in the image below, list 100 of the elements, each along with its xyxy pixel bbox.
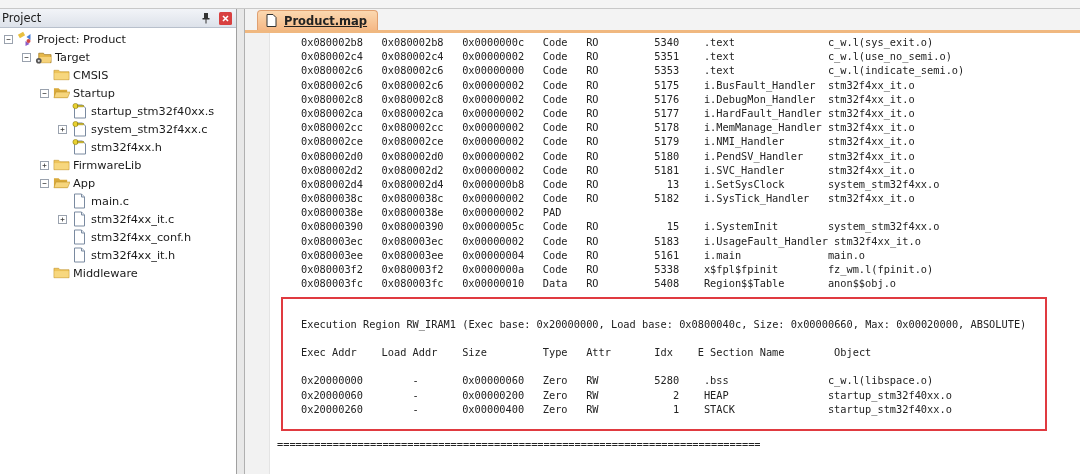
table-cell-text: 0x080003fc (301, 276, 364, 291)
tree-item[interactable]: system_stm32f4xx.c (91, 122, 208, 136)
table-cell: 5408 (654, 276, 680, 291)
table-cell-text: RO (586, 35, 600, 50)
table-cell-text: 0x080003f2 (381, 262, 445, 277)
folder-icon (53, 157, 70, 173)
table-cell-text: i.SystemInit (703, 219, 780, 234)
tree-item[interactable]: Startup (73, 86, 115, 100)
table-cell-text: 0x00000002 (462, 49, 526, 64)
table-cell: c_w.l(indicate_semi.o) (827, 63, 965, 78)
tree-item[interactable]: stm32f4xx_it.h (91, 248, 176, 262)
key-file-icon (71, 121, 88, 137)
tree-item[interactable]: startup_stm32f40xx.s (91, 104, 215, 118)
tree-item[interactable]: stm32f4xx.h (91, 140, 162, 154)
table-cell: 5340 (654, 35, 680, 50)
table-cell: 5161 (654, 247, 680, 262)
tree-item[interactable]: CMSIS (73, 68, 109, 82)
folder-icon (53, 265, 70, 281)
table-cell-text: 0x080002c6 (381, 77, 445, 92)
table-cell-text: Zero (542, 401, 569, 416)
open-folder-icon (53, 175, 70, 191)
table-cell-text: 0x00000002 (462, 191, 526, 206)
expand-toggle[interactable] (58, 124, 67, 134)
expand-toggle[interactable] (58, 214, 67, 224)
table-cell: 5175 (654, 77, 680, 92)
column-header: Object (834, 344, 872, 360)
table-cell-text: Code (542, 162, 569, 177)
table-cell-text: 0x00000002 (462, 233, 526, 248)
table-cell-text: Code (542, 262, 569, 277)
table-cell-text: RO (586, 77, 600, 92)
table-cell: 5181 (654, 162, 680, 177)
table-cell-text: RO (586, 105, 600, 121)
table-cell-text: main.o (827, 248, 866, 262)
editor-tab[interactable]: Product.map (257, 10, 379, 30)
table-cell-text: 0x080002ce (381, 134, 445, 149)
file-icon (71, 193, 88, 209)
table-cell-text: 0x080002c8 (381, 91, 445, 106)
tree-item[interactable]: stm32f4xx_it.c (91, 212, 175, 226)
table-cell-text: RO (586, 162, 600, 177)
table-cell-text: .text (703, 35, 736, 50)
table-cell-text: RO (586, 91, 600, 106)
tree-item[interactable]: Project: Product (37, 32, 126, 46)
table-cell-text: Code (542, 134, 569, 149)
table-cell: 5183 (654, 233, 680, 248)
tree-item[interactable]: FirmwareLib (73, 158, 142, 172)
table-cell-text: .text (703, 63, 736, 78)
table-cell-text: 0x00000002 (462, 120, 526, 135)
table-cell-text: 0x080002d0 (381, 148, 445, 163)
table-cell-text: - (411, 373, 420, 388)
table-cell-text: i.SysTick_Handler (703, 191, 811, 206)
pin-icon[interactable] (201, 12, 211, 24)
table-cell-text: Code (542, 105, 569, 121)
table-cell-text: Code (542, 120, 569, 135)
tree-item[interactable]: stm32f4xx_conf.h (91, 230, 192, 244)
table-cell-text: i.BusFault_Handler (703, 77, 817, 92)
table-cell-text: Zero (542, 373, 569, 388)
table-cell: c_w.l(use_no_semi.o) (827, 49, 952, 64)
table-cell-text: i.HardFault_Handler (703, 106, 822, 121)
table-cell-text: Code (542, 49, 569, 64)
table-cell-text: 0x20000060 (301, 387, 364, 402)
table-cell-text: stm32f4xx_it.o (827, 106, 915, 121)
table-cell-text: RO (586, 63, 600, 78)
table-cell-text: 0x00000002 (462, 134, 526, 149)
table-cell-text: RO (586, 262, 600, 277)
table-cell-text: 1 (671, 401, 680, 416)
table-cell: stm32f4xx_it.o (827, 77, 915, 92)
table-cell-text: 15 (665, 219, 680, 234)
table-cell: 5177 (654, 105, 680, 121)
file-icon (71, 211, 88, 227)
table-cell: system_stm32f4xx.o (827, 219, 940, 234)
table-cell: stm32f4xx_it.o (827, 120, 915, 135)
table-cell-text: 0x20000260 (301, 401, 364, 416)
collapse-toggle[interactable] (22, 52, 31, 62)
tree-item[interactable]: main.c (91, 194, 130, 208)
table-cell-text: Code (542, 91, 569, 106)
column-header: Load Addr (381, 344, 439, 360)
file-icon (71, 247, 88, 263)
close-icon[interactable] (219, 11, 232, 25)
column-header: Idx (654, 344, 674, 360)
expand-toggle[interactable] (40, 160, 49, 170)
table-cell: i.MemManage_Handler (703, 120, 822, 135)
table-cell-text: 0x00000060 (462, 373, 526, 388)
collapse-toggle[interactable] (40, 178, 49, 188)
table-cell-text: RW (586, 387, 600, 402)
table-cell-text: RW (586, 401, 600, 416)
tree-item[interactable]: App (73, 176, 96, 190)
table-cell-text: 0x00000002 (462, 205, 526, 220)
collapse-toggle[interactable] (40, 88, 49, 98)
tree-item[interactable]: Target (55, 50, 90, 64)
table-cell: 5351 (654, 49, 680, 64)
table-cell-text: 0x080002c6 (301, 77, 364, 92)
separator-line: ============================================================================== (277, 436, 761, 452)
table-cell-text: 0x080002c8 (301, 91, 364, 106)
table-cell-text: - (411, 401, 420, 416)
collapse-toggle[interactable] (4, 34, 13, 44)
table-cell-text: RW (586, 373, 600, 388)
table-cell-text: 0x080002d4 (381, 176, 445, 192)
tree-item[interactable]: Middleware (73, 266, 138, 280)
column-header: Section Name (710, 344, 786, 360)
table-cell-text: Data (542, 276, 569, 291)
